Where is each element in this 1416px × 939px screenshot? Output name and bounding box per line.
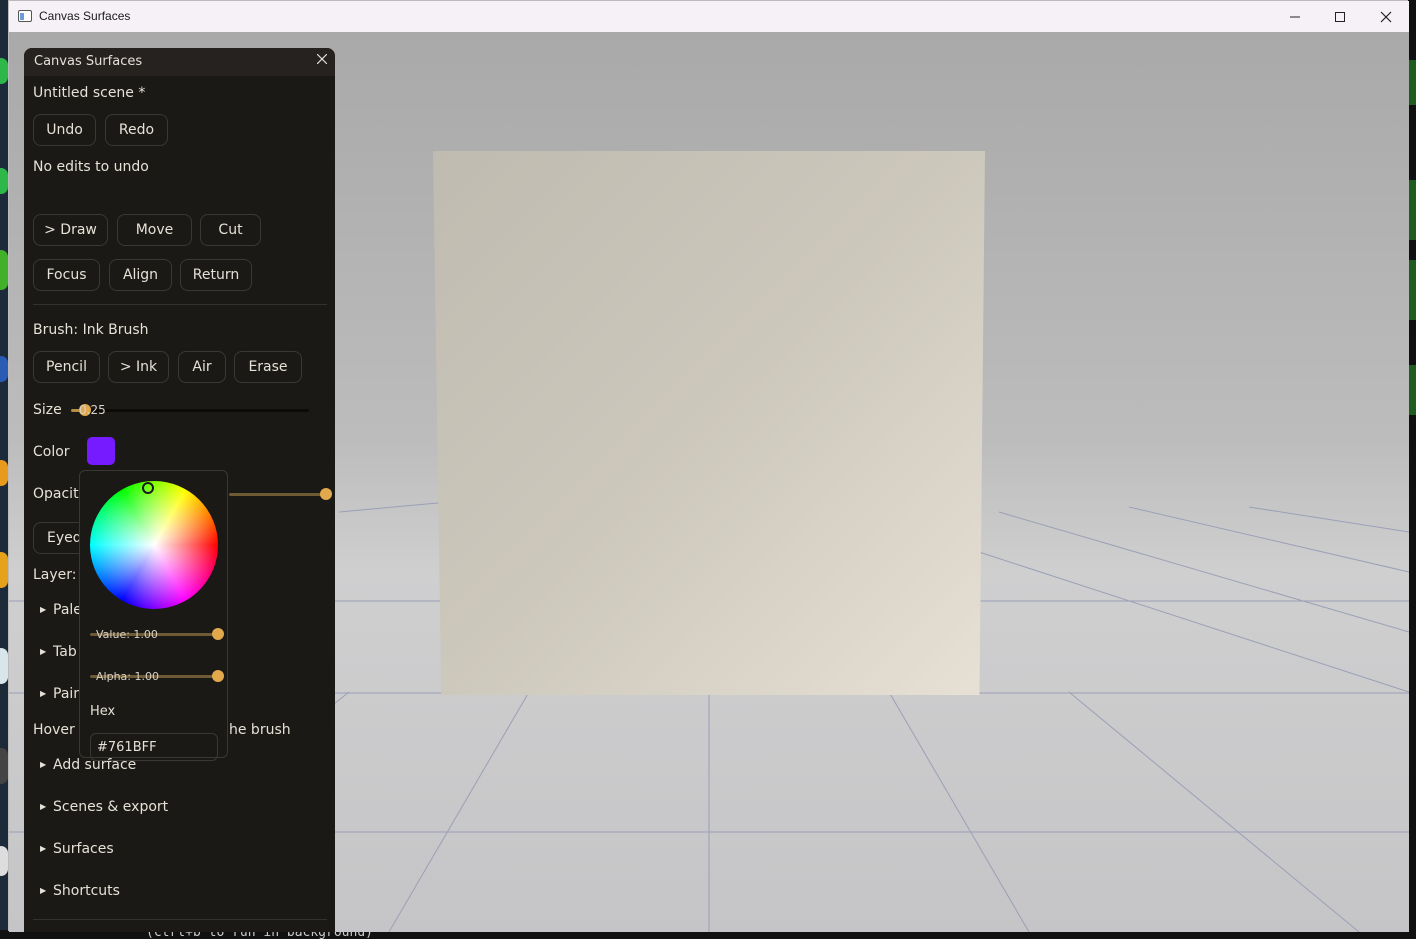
tool-return-button[interactable]: Return [180,259,252,291]
panel-header[interactable]: Canvas Surfaces [24,48,335,76]
desktop-app-icon[interactable] [0,648,8,684]
expand-triangle-icon: ▶ [40,844,47,853]
expand-triangle-icon: ▶ [40,689,47,698]
desktop-right-strip [1408,0,1416,939]
tablet-section-label: Tab [53,644,77,660]
desktop-app-icon[interactable] [0,250,8,290]
brush-erase-button[interactable]: Erase [234,351,302,383]
tool-align-button[interactable]: Align [109,259,172,291]
brush-pencil-button[interactable]: Pencil [33,351,100,383]
brush-label: Brush: Ink Brush [33,322,149,338]
minimize-button[interactable] [1272,1,1318,32]
scenes-export-label: Scenes & export [53,799,169,815]
color-wheel[interactable] [90,481,218,609]
desktop-app-icon[interactable] [0,552,8,588]
desktop-app-icon[interactable] [0,460,8,486]
undo-status: No edits to undo [33,159,149,175]
close-icon [316,53,328,65]
panel-title: Canvas Surfaces [34,54,143,69]
app-window: Canvas Surfaces Canvas Surfaces Untitled… [8,0,1409,932]
hex-label: Hex [90,704,116,719]
terminal-highlight [1408,260,1416,320]
desktop-app-icon[interactable] [0,168,8,194]
brush-ink-button[interactable]: > Ink [108,351,169,383]
shortcuts-label: Shortcuts [53,883,120,899]
hover-hint-right: he brush [229,722,291,738]
expand-triangle-icon: ▶ [40,760,47,769]
terminal-highlight [1408,365,1416,415]
terminal-highlight [1408,180,1416,240]
minimize-icon [1290,16,1300,17]
paint-section-label: Pain [53,686,83,702]
panel-close-button[interactable] [316,52,328,68]
tool-cut-button[interactable]: Cut [200,214,261,246]
desktop-app-icon[interactable] [0,356,8,382]
color-wheel-marker[interactable] [142,482,154,494]
opacity-slider-handle[interactable] [320,488,332,500]
size-value: 0.25 [79,403,106,417]
terminal-highlight [1408,60,1416,105]
value-label: Value: 1.00 [96,628,158,641]
brush-air-button[interactable]: Air [178,351,226,383]
surfaces-label: Surfaces [53,841,114,857]
title-bar[interactable]: Canvas Surfaces [9,1,1409,32]
color-swatch[interactable] [87,437,115,465]
palette-section-label: Pale [53,602,82,618]
canvas-surface[interactable] [433,151,985,695]
expand-triangle-icon: ▶ [40,886,47,895]
desktop-app-icon[interactable] [0,748,8,784]
redo-button[interactable]: Redo [105,114,168,146]
divider [33,304,327,305]
divider [33,919,327,920]
tool-focus-button[interactable]: Focus [33,259,100,291]
close-window-button[interactable] [1363,1,1409,32]
tool-draw-button[interactable]: > Draw [33,214,108,246]
expand-triangle-icon: ▶ [40,647,47,656]
close-icon [1380,11,1392,22]
desktop-app-icon[interactable] [0,846,8,876]
desktop-app-icon[interactable] [0,58,8,84]
tool-move-button[interactable]: Move [117,214,192,246]
color-label: Color [33,444,70,460]
color-picker-popup: Value: 1.00 Alpha: 1.00 Hex #761BFF [79,470,228,761]
maximize-button[interactable] [1317,1,1363,32]
expand-triangle-icon: ▶ [40,802,47,811]
window-title: Canvas Surfaces [39,9,131,23]
canvas-surfaces-panel: Canvas Surfaces Untitled scene * Undo Re… [24,48,335,932]
opacity-label: Opacit [33,486,79,502]
maximize-icon [1335,11,1345,22]
hover-hint-left: Hover [33,722,75,738]
alpha-label: Alpha: 1.00 [96,670,159,683]
alpha-slider-handle[interactable] [212,670,224,682]
opacity-slider[interactable] [229,493,325,496]
size-slider[interactable] [71,409,309,412]
scene-name: Untitled scene * [33,85,146,101]
screen: (ctrl+b to run in background) Canvas Sur… [0,0,1416,939]
undo-button[interactable]: Undo [33,114,96,146]
layer-label: Layer: [33,567,77,583]
desktop-left-strip [0,0,8,939]
size-label: Size [33,402,62,418]
hex-input[interactable]: #761BFF [90,733,218,761]
app-window-icon [18,10,32,22]
value-slider-handle[interactable] [212,628,224,640]
expand-triangle-icon: ▶ [40,605,47,614]
